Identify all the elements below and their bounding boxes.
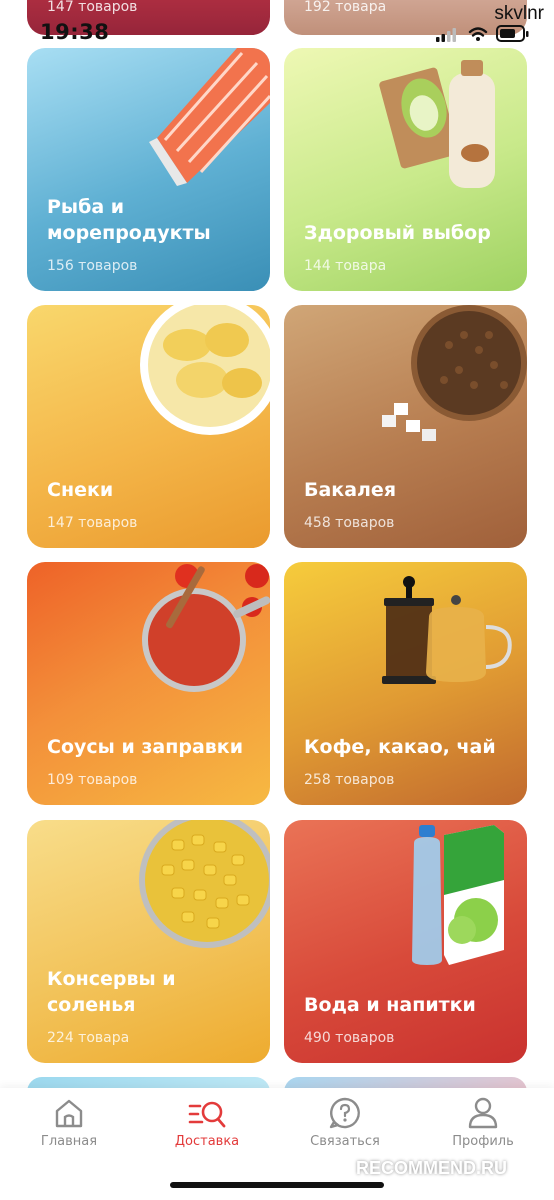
category-card-partial[interactable]: 192 товара [284,0,527,35]
category-count: 192 товара [304,0,387,15]
category-card-healthy[interactable]: Здоровый выбор 144 товара [284,48,527,291]
nav-item-home[interactable]: Главная [14,1096,124,1166]
home-icon [55,1099,83,1128]
nav-item-contact[interactable]: Связаться [290,1096,400,1166]
username-overlay: skvlnr [494,3,544,24]
water-juice-image [412,825,504,965]
buckwheat-image [382,305,527,441]
category-count: 490 товаров [304,1030,395,1046]
category-count: 109 товаров [47,772,138,788]
category-count: 224 товара [47,1030,130,1046]
nav-item-delivery[interactable]: Доставка [152,1096,262,1166]
battery-icon [496,25,529,42]
healthy-food-image [379,60,495,188]
category-title: Здоровый выбор [304,222,491,244]
category-count: 147 товаров [47,515,138,531]
category-title: Консервы и соленья [47,968,176,1016]
nav-label: Главная [40,1134,98,1149]
catalog-search-icon [188,1101,226,1128]
nav-label: Профиль [452,1134,514,1149]
category-card-sauces[interactable]: Соусы и заправки 109 товаров [27,562,270,805]
category-card-snacks[interactable]: Снеки 147 товаров [27,305,270,548]
sauce-pan-image [142,564,270,692]
category-title: Кофе, какао, чай [304,736,496,758]
category-title: Соусы и заправки [47,736,244,758]
category-title: Снеки [47,479,114,501]
cellular-signal-icon [436,28,456,42]
category-count: 144 товара [304,258,387,274]
wifi-icon [468,27,488,41]
help-chat-icon [329,1097,360,1129]
chips-bowl-image [140,305,270,435]
status-time: 19:38 [40,20,110,44]
category-count: 458 товаров [304,515,395,531]
category-card-canned[interactable]: Консервы и соленья 224 товара [27,820,270,1063]
category-card-fish[interactable]: Рыба и морепродукты 156 товаров [27,48,270,291]
profile-icon [468,1097,498,1129]
nav-label: Доставка [174,1134,240,1149]
category-card-coffee[interactable]: Кофе, какао, чай 258 товаров [284,562,527,805]
category-title: Вода и напитки [304,994,476,1016]
category-card-grocery[interactable]: Бакалея 458 товаров [284,305,527,548]
salmon-image [149,48,270,186]
category-count: 147 товаров [47,0,138,15]
category-title: Рыба и морепродукты [47,196,211,244]
nav-item-profile[interactable]: Профиль [428,1096,538,1166]
category-title: Бакалея [304,479,397,501]
nav-label: Связаться [310,1134,380,1149]
category-count: 258 товаров [304,772,395,788]
home-indicator [170,1182,384,1188]
category-count: 156 товаров [47,258,138,274]
coffee-tea-image [382,576,512,684]
category-card-drinks[interactable]: Вода и напитки 490 товаров [284,820,527,1063]
canned-corn-image [139,820,270,948]
watermark-logo: RECOMMEND.RU [356,1158,507,1179]
watermark-text: RECOMMEND.RU [356,1158,507,1178]
